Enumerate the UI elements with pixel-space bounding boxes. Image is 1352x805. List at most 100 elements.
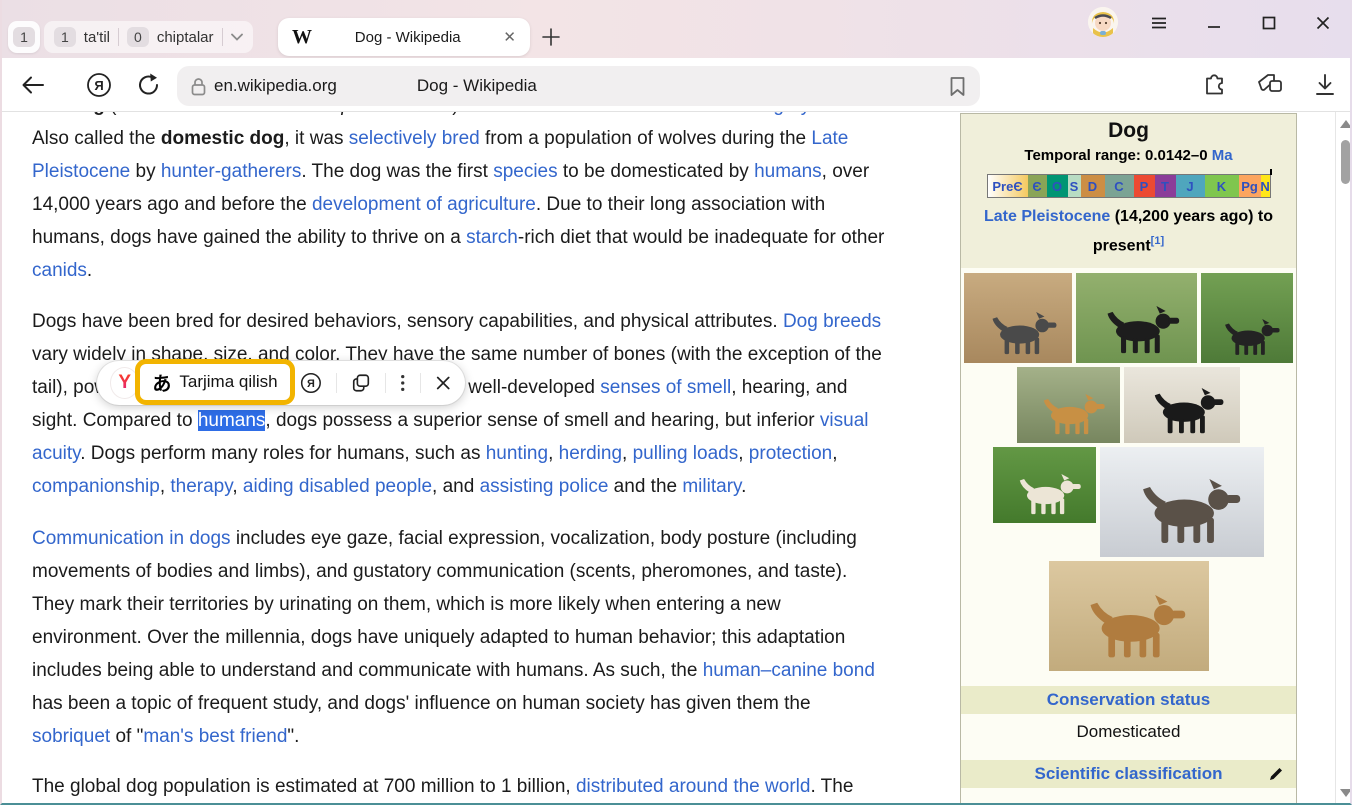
- infobox-image[interactable]: [1100, 447, 1264, 557]
- article-link[interactable]: Communication in dogs: [32, 528, 231, 549]
- timescale-period-PreЄ[interactable]: PreЄ: [988, 175, 1028, 197]
- tab-group[interactable]: 1 ta'til 0 chiptalar: [44, 21, 253, 53]
- ma-link[interactable]: Ma: [1212, 147, 1233, 164]
- maximize-button[interactable]: [1260, 14, 1278, 32]
- article-link[interactable]: humans: [754, 161, 822, 182]
- article-link[interactable]: companionship: [32, 476, 160, 497]
- article-link[interactable]: species: [493, 161, 557, 182]
- article-link[interactable]: protection: [749, 443, 832, 464]
- edit-pencil-icon[interactable]: [1268, 766, 1284, 782]
- scrollbar-thumb[interactable]: [1341, 140, 1350, 184]
- search-yandex-icon[interactable]: Я: [300, 371, 322, 395]
- url-domain[interactable]: en.wikipedia.org: [214, 76, 337, 96]
- article-link[interactable]: development of agriculture: [312, 194, 536, 215]
- article-link[interactable]: Pleistocene: [32, 161, 130, 182]
- page-content: The dog (Canis familiaris or Canis lupus…: [2, 112, 1352, 805]
- article-link[interactable]: military: [682, 476, 741, 497]
- yandex-services-icon[interactable]: Я: [86, 72, 112, 98]
- scroll-down-arrow-icon[interactable]: [1340, 789, 1352, 797]
- close-button[interactable]: [1314, 14, 1332, 32]
- article-link[interactable]: herding: [559, 443, 622, 464]
- tab-close-icon[interactable]: ✕: [503, 28, 516, 46]
- timescale-period-P[interactable]: P: [1134, 175, 1155, 197]
- timescale-period-Pg[interactable]: Pg: [1239, 175, 1261, 197]
- vertical-scrollbar[interactable]: [1335, 112, 1352, 805]
- timescale-period-C[interactable]: C: [1105, 175, 1134, 197]
- timescale-period-N[interactable]: N: [1261, 175, 1270, 197]
- new-tab-button[interactable]: [540, 26, 562, 48]
- scientific-classification-header: Scientific classification: [961, 760, 1296, 788]
- chevron-down-icon[interactable]: [231, 31, 243, 43]
- article-link[interactable]: human–canine bond: [703, 660, 875, 681]
- popup-menu-icon[interactable]: [400, 373, 405, 393]
- address-bar[interactable]: en.wikipedia.org Dog - Wikipedia: [177, 66, 980, 106]
- minimize-button[interactable]: [1205, 14, 1223, 32]
- copy-icon[interactable]: [351, 372, 371, 394]
- article-link[interactable]: therapy: [170, 476, 232, 497]
- popup-translate-icon: あ: [152, 369, 171, 396]
- download-icon[interactable]: [1314, 73, 1336, 97]
- article-link[interactable]: Dog breeds: [783, 311, 881, 332]
- article-link[interactable]: visual: [820, 410, 869, 431]
- article-text-segment: ) is a domesticated descendant of the: [452, 112, 773, 116]
- tab-strip: 1 1 ta'til 0 chiptalar W Dog - Wikipedia…: [2, 0, 1350, 58]
- article-text-segment: humans, dogs have gained the ability to …: [32, 227, 466, 248]
- timescale-period-T[interactable]: T: [1155, 175, 1176, 197]
- tab-counter[interactable]: 1: [8, 21, 40, 53]
- reference-link[interactable]: [1]: [1151, 235, 1164, 247]
- infobox-image[interactable]: [993, 447, 1096, 523]
- article-text-segment: The: [32, 112, 70, 116]
- article-link[interactable]: selectively bred: [349, 128, 480, 149]
- timescale-period-J[interactable]: J: [1176, 175, 1205, 197]
- article-link[interactable]: man's best friend: [143, 726, 287, 747]
- scroll-up-arrow-icon[interactable]: [1340, 120, 1352, 128]
- lock-icon[interactable]: [191, 77, 206, 96]
- article-link[interactable]: senses of smell: [600, 377, 731, 398]
- article-line: They mark their territories by urinating…: [32, 588, 781, 621]
- geologic-timescale[interactable]: PreЄЄOSDCPTJKPgN: [987, 174, 1271, 198]
- timescale-period-S[interactable]: S: [1068, 175, 1081, 197]
- article-link[interactable]: starch: [466, 227, 518, 248]
- article-text-segment: from a population of wolves during the: [480, 128, 812, 149]
- article-link[interactable]: distributed around the world: [576, 776, 810, 797]
- late-pleistocene-link[interactable]: Late Pleistocene: [984, 208, 1110, 225]
- tab-dog-wikipedia[interactable]: W Dog - Wikipedia ✕: [278, 18, 530, 56]
- classification-value-link[interactable]: Animalia: [1107, 794, 1172, 805]
- article-link[interactable]: aiding disabled people: [243, 476, 432, 497]
- article-link[interactable]: canids: [32, 260, 87, 281]
- article-line: The global dog population is estimated a…: [32, 770, 853, 803]
- infobox-image[interactable]: [1049, 561, 1209, 671]
- extensions-icon[interactable]: [1202, 72, 1228, 98]
- infobox-image[interactable]: [964, 273, 1072, 363]
- article-text-segment: ,: [160, 476, 171, 497]
- bookmark-icon[interactable]: [949, 76, 966, 97]
- article-link[interactable]: assisting police: [480, 476, 609, 497]
- article-link[interactable]: pulling loads: [633, 443, 739, 464]
- article-text-segment: .: [87, 260, 92, 281]
- back-button[interactable]: [20, 73, 46, 97]
- infobox-image[interactable]: [1076, 273, 1197, 363]
- collections-icon[interactable]: [1256, 72, 1284, 98]
- article-link[interactable]: acuity: [32, 443, 80, 464]
- refresh-icon[interactable]: [136, 72, 162, 98]
- article-text-segment: or: [245, 112, 272, 116]
- article-link[interactable]: hunting: [486, 443, 548, 464]
- infobox-image[interactable]: [1017, 367, 1120, 443]
- article-link[interactable]: sobriquet: [32, 726, 110, 747]
- timescale-period-Є[interactable]: Є: [1028, 175, 1047, 197]
- timescale-period-K[interactable]: K: [1205, 175, 1239, 197]
- infobox-image[interactable]: [1201, 273, 1293, 363]
- article-line: companionship, therapy, aiding disabled …: [32, 470, 746, 503]
- timescale-period-O[interactable]: O: [1047, 175, 1068, 197]
- menu-icon[interactable]: [1150, 14, 1168, 32]
- article-text-segment: 14,000 years ago and before the: [32, 194, 312, 215]
- popup-close-icon[interactable]: [435, 374, 451, 392]
- infobox-image[interactable]: [1124, 367, 1240, 443]
- article-link[interactable]: Late: [811, 128, 848, 149]
- avatar[interactable]: [1088, 7, 1118, 37]
- timescale-period-D[interactable]: D: [1081, 175, 1105, 197]
- article-link[interactable]: hunter-gatherers: [161, 161, 301, 182]
- popup-translate-button[interactable]: あ Tarjima qilish: [135, 359, 295, 405]
- article-link[interactable]: gray wolf: [773, 112, 849, 116]
- selected-text[interactable]: humans: [198, 410, 266, 431]
